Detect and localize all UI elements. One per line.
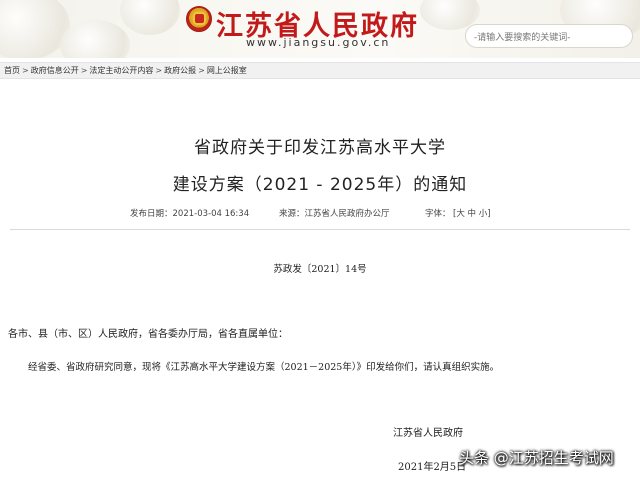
signing-date: 2021年2月5日 <box>398 462 467 473</box>
signer: 江苏省人民政府 <box>393 428 463 439</box>
decorative-flower <box>120 0 180 35</box>
breadcrumb-separator: > <box>198 66 205 75</box>
breadcrumb-statutory[interactable]: 法定主动公开内容 <box>89 65 153 76</box>
addressee: 各市、县（市、区）人民政府，省各委办厅局，省各直属单位： <box>8 329 288 340</box>
source: 来源：江苏省人民政府办公厅 <box>279 209 390 219</box>
breadcrumb-separator: > <box>80 66 88 75</box>
breadcrumb-separator: > <box>22 66 29 75</box>
font-size-label: 字体： <box>425 209 451 219</box>
body-paragraph: 经省委、省政府研究同意，现将《江苏高水平大学建设方案（2021－2025年）》印… <box>28 362 500 373</box>
breadcrumb-gov-info[interactable]: 政府信息公开 <box>31 65 79 76</box>
search-input[interactable]: -请输入要搜索的关键词- <box>465 24 633 48</box>
breadcrumb-online-gazette[interactable]: 网上公报室 <box>207 65 247 76</box>
watermark: 头条 @江苏招生考试网 <box>459 449 614 467</box>
breadcrumb-home[interactable]: 首页 <box>4 65 20 76</box>
breadcrumb: 首页 > 政府信息公开 > 法定主动公开内容 > 政府公报 > 网上公报室 <box>0 62 640 79</box>
decorative-flower <box>0 0 70 58</box>
search-placeholder: -请输入要搜索的关键词- <box>474 32 571 43</box>
document-number: 苏政发〔2021〕14号 <box>273 264 367 275</box>
breadcrumb-gazette[interactable]: 政府公报 <box>164 65 196 76</box>
site-url: www.jiangsu.gov.cn <box>246 36 391 49</box>
document-title-line2: 建设方案（2021 - 2025年）的通知 <box>172 175 468 195</box>
national-emblem-icon <box>186 6 212 32</box>
document-meta: 发布日期：2021-03-04 16:34 来源：江苏省人民政府办公厅 字体： … <box>0 207 640 221</box>
site-header: 江苏省人民政府 www.jiangsu.gov.cn -请输入要搜索的关键词- <box>0 0 640 58</box>
document-title-line1: 省政府关于印发江苏高水平大学 <box>194 138 446 158</box>
breadcrumb-separator: > <box>155 66 163 75</box>
decorative-flower <box>60 20 130 58</box>
divider <box>10 229 630 230</box>
font-size-controls[interactable]: [大 中 小] <box>453 207 491 219</box>
publish-date: 发布日期：2021-03-04 16:34 <box>130 209 250 219</box>
